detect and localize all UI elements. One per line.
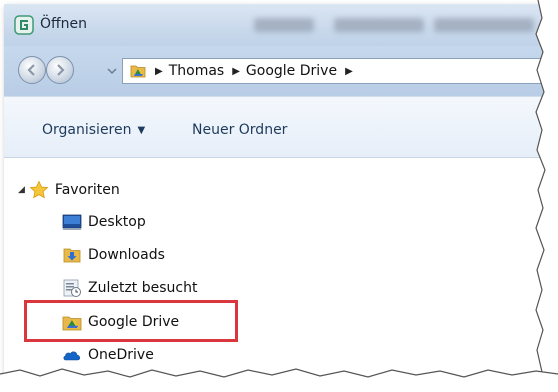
downloads-folder-icon: [63, 248, 81, 263]
torn-edge-right: [535, 0, 558, 392]
blurred-title-region: [334, 18, 424, 32]
breadcrumb-separator-icon[interactable]: ▶: [345, 66, 353, 77]
breadcrumb-separator-icon[interactable]: ▶: [155, 66, 163, 77]
expand-triangle-icon[interactable]: ◢: [18, 185, 25, 195]
desktop-icon: [62, 214, 82, 230]
arrow-left-icon: [27, 64, 35, 76]
app-logo-icon: [14, 15, 34, 35]
open-dialog-window: Öffnen ▶ Thomas ▶ Google Drive ▶ Organis…: [4, 4, 548, 386]
command-toolbar: Organisieren ▼ Neuer Ordner: [4, 96, 548, 158]
highlight-annotation: [24, 300, 238, 342]
organize-button[interactable]: Organisieren ▼: [42, 122, 145, 138]
organize-label: Organisieren: [42, 122, 132, 138]
forward-button[interactable]: [46, 56, 74, 84]
address-bar[interactable]: ▶ Thomas ▶ Google Drive ▶: [122, 58, 548, 84]
favorites-label: Favoriten: [54, 182, 120, 198]
navigation-bar: ▶ Thomas ▶ Google Drive ▶: [4, 46, 548, 96]
window-title: Öffnen: [40, 16, 88, 32]
nav-item-downloads[interactable]: Downloads: [62, 243, 165, 267]
back-button[interactable]: [18, 56, 46, 84]
recent-places-icon: [63, 279, 81, 297]
breadcrumb-thomas[interactable]: Thomas: [169, 63, 225, 79]
caret-down-icon: ▼: [137, 125, 146, 136]
navigation-pane: ◢ Favoriten Desktop Downloads Zuletzt be…: [4, 158, 548, 386]
nav-item-label: OneDrive: [88, 347, 154, 363]
nav-item-label: Zuletzt besucht: [88, 280, 198, 296]
nav-item-label: Downloads: [88, 247, 165, 263]
nav-item-label: Desktop: [88, 214, 146, 230]
arrow-right-icon: [57, 64, 65, 76]
star-icon: [29, 180, 49, 199]
screenshot-stage: Öffnen ▶ Thomas ▶ Google Drive ▶ Organis…: [0, 0, 558, 392]
breadcrumb-google-drive[interactable]: Google Drive: [246, 63, 337, 79]
nav-item-desktop[interactable]: Desktop: [62, 210, 146, 234]
nav-item-recent-places[interactable]: Zuletzt besucht: [62, 276, 197, 300]
google-drive-folder-icon: [130, 65, 146, 78]
favorites-group[interactable]: ◢ Favoriten: [18, 178, 120, 202]
torn-edge-bottom: [0, 368, 558, 392]
new-folder-button[interactable]: Neuer Ordner: [192, 122, 287, 138]
blurred-title-region: [434, 18, 534, 32]
blurred-title-region: [254, 18, 314, 32]
title-bar[interactable]: Öffnen: [4, 4, 548, 46]
breadcrumb-separator-icon[interactable]: ▶: [232, 66, 240, 77]
chevron-down-icon[interactable]: [107, 66, 117, 76]
